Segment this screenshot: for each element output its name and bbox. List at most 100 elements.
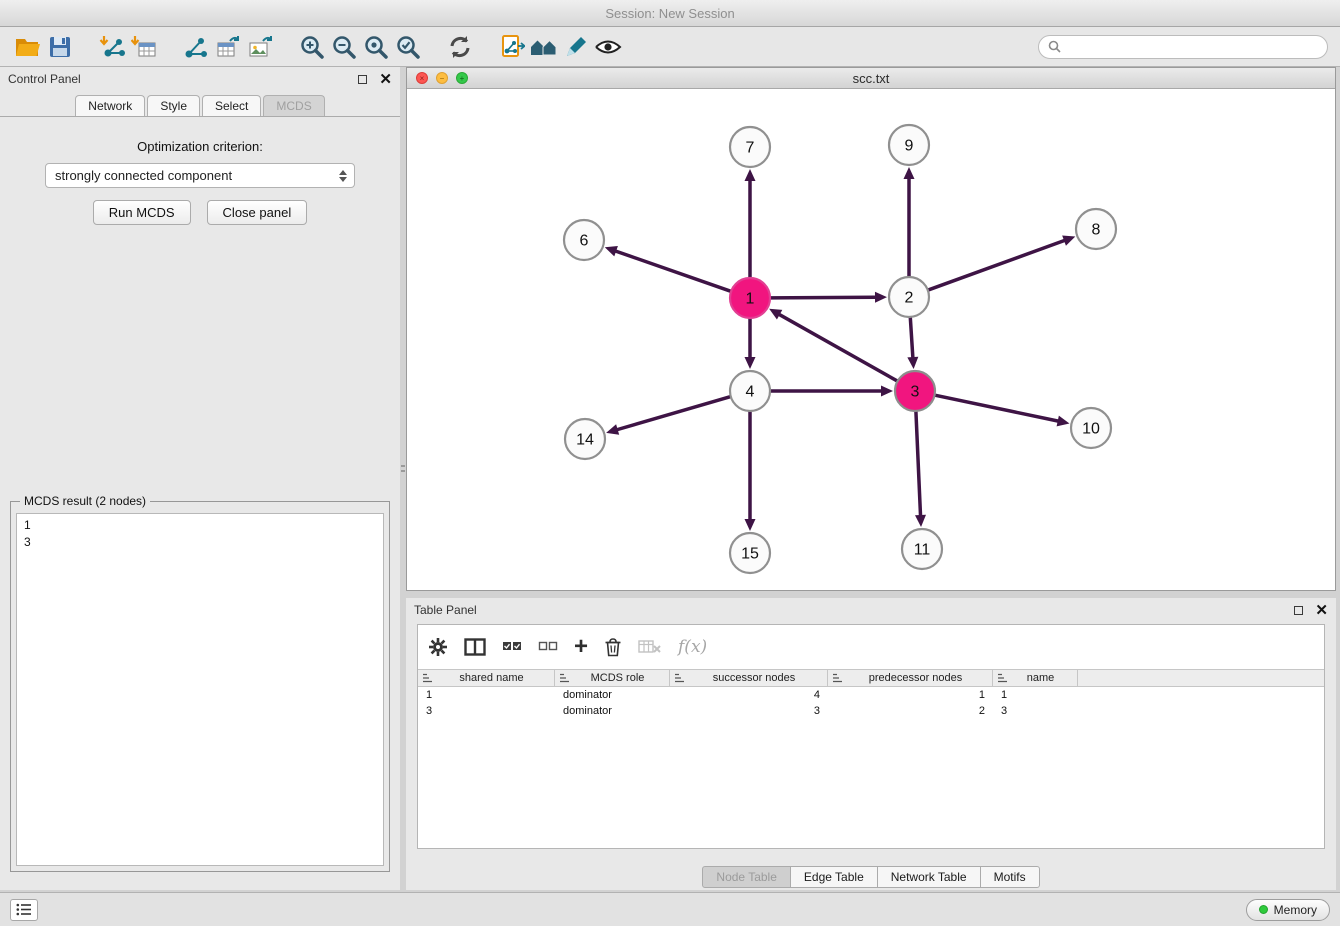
graph-edge-2-3[interactable] bbox=[907, 318, 918, 369]
column-header-MCDS-role[interactable]: MCDS role bbox=[555, 670, 670, 686]
graph-edge-1-6[interactable] bbox=[605, 246, 730, 291]
table-cell[interactable]: 4 bbox=[670, 687, 828, 703]
close-panel-icon[interactable]: ✕ bbox=[379, 72, 392, 87]
search-icon bbox=[1048, 40, 1061, 53]
graph-edge-1-4[interactable] bbox=[745, 319, 756, 369]
tab-node-table[interactable]: Node Table bbox=[702, 866, 791, 888]
network-window-title: scc.txt bbox=[407, 71, 1335, 86]
select-all-columns-icon[interactable] bbox=[502, 634, 522, 660]
memory-status-icon bbox=[1259, 905, 1268, 914]
maximize-window-icon[interactable]: + bbox=[456, 72, 468, 84]
import-table-icon[interactable] bbox=[128, 31, 160, 63]
column-header-shared-name[interactable]: shared name bbox=[418, 670, 555, 686]
float-panel-icon[interactable] bbox=[358, 75, 367, 84]
delete-columns-icon[interactable] bbox=[604, 634, 622, 660]
open-session-icon[interactable] bbox=[12, 31, 44, 63]
network-window-titlebar: × − + scc.txt bbox=[407, 68, 1335, 89]
network-graph[interactable]: 7 9 6 8 1 2 4 3 14 10 15 11 bbox=[407, 89, 1335, 590]
deselect-all-columns-icon[interactable] bbox=[538, 634, 558, 660]
graph-node-11[interactable]: 11 bbox=[902, 529, 942, 569]
graph-node-7[interactable]: 7 bbox=[730, 127, 770, 167]
svg-text:7: 7 bbox=[746, 140, 755, 157]
table-cell[interactable]: 1 bbox=[993, 687, 1078, 703]
minimize-window-icon[interactable]: − bbox=[436, 72, 448, 84]
table-row[interactable]: 3dominator323 bbox=[418, 703, 1324, 719]
new-network-icon[interactable] bbox=[180, 31, 212, 63]
new-table-icon[interactable] bbox=[212, 31, 244, 63]
tab-motifs[interactable]: Motifs bbox=[980, 866, 1040, 888]
apply-style-icon[interactable] bbox=[560, 31, 592, 63]
column-header-predecessor-nodes[interactable]: predecessor nodes bbox=[828, 670, 993, 686]
table-cell[interactable]: dominator bbox=[555, 703, 670, 719]
close-window-icon[interactable]: × bbox=[416, 72, 428, 84]
control-panel-header: Control Panel ✕ bbox=[0, 67, 400, 91]
graph-edge-2-9[interactable] bbox=[904, 167, 915, 276]
search-input[interactable] bbox=[1067, 40, 1318, 54]
save-session-icon[interactable] bbox=[44, 31, 76, 63]
gear-icon[interactable] bbox=[428, 634, 448, 660]
graph-node-6[interactable]: 6 bbox=[564, 220, 604, 260]
graph-node-9[interactable]: 9 bbox=[889, 125, 929, 165]
clone-network-icon[interactable] bbox=[496, 31, 528, 63]
graph-edge-3-1[interactable] bbox=[769, 309, 897, 381]
graph-edge-4-14[interactable] bbox=[606, 397, 730, 435]
table-cell[interactable]: dominator bbox=[555, 687, 670, 703]
criterion-select[interactable]: strongly connected component bbox=[45, 163, 355, 188]
home-icon[interactable] bbox=[528, 31, 560, 63]
show-columns-icon[interactable] bbox=[464, 634, 486, 660]
tab-mcds[interactable]: MCDS bbox=[263, 95, 324, 116]
graph-node-4[interactable]: 4 bbox=[730, 371, 770, 411]
import-network-icon[interactable] bbox=[96, 31, 128, 63]
graph-edge-3-10[interactable] bbox=[936, 395, 1070, 426]
table-cell[interactable]: 3 bbox=[418, 703, 555, 719]
zoom-out-icon[interactable] bbox=[328, 31, 360, 63]
graph-node-2[interactable]: 2 bbox=[889, 277, 929, 317]
svg-text:11: 11 bbox=[914, 542, 931, 559]
tab-edge-table[interactable]: Edge Table bbox=[790, 866, 878, 888]
table-cell[interactable]: 3 bbox=[670, 703, 828, 719]
zoom-in-icon[interactable] bbox=[296, 31, 328, 63]
graph-edge-3-11[interactable] bbox=[915, 412, 926, 527]
eye-icon[interactable] bbox=[592, 31, 624, 63]
table-cell[interactable]: 1 bbox=[828, 687, 993, 703]
float-table-panel-icon[interactable] bbox=[1294, 606, 1303, 615]
graph-node-8[interactable]: 8 bbox=[1076, 209, 1116, 249]
mcds-result-title: MCDS result (2 nodes) bbox=[20, 494, 150, 508]
create-column-icon[interactable]: + bbox=[574, 634, 588, 660]
close-panel-button[interactable]: Close panel bbox=[207, 200, 308, 225]
graph-node-15[interactable]: 15 bbox=[730, 533, 770, 573]
table-panel-title: Table Panel bbox=[414, 603, 477, 617]
tab-network[interactable]: Network bbox=[75, 95, 145, 116]
run-mcds-button[interactable]: Run MCDS bbox=[93, 200, 191, 225]
svg-text:4: 4 bbox=[746, 384, 755, 401]
graph-node-1[interactable]: 1 bbox=[730, 278, 770, 318]
memory-button[interactable]: Memory bbox=[1246, 899, 1330, 921]
control-panel: Control Panel ✕ NetworkStyleSelectMCDS O… bbox=[0, 67, 400, 890]
export-image-icon[interactable] bbox=[244, 31, 276, 63]
graph-edge-1-7[interactable] bbox=[745, 169, 756, 277]
table-cell[interactable]: 1 bbox=[418, 687, 555, 703]
graph-node-3[interactable]: 3 bbox=[895, 371, 935, 411]
graph-edge-1-2[interactable] bbox=[771, 292, 887, 303]
tab-style[interactable]: Style bbox=[147, 95, 200, 116]
graph-edge-4-3[interactable] bbox=[771, 386, 893, 397]
refresh-layout-icon[interactable] bbox=[444, 31, 476, 63]
tab-select[interactable]: Select bbox=[202, 95, 261, 116]
svg-text:2: 2 bbox=[905, 290, 914, 307]
zoom-selected-icon[interactable] bbox=[392, 31, 424, 63]
column-header-successor-nodes[interactable]: successor nodes bbox=[670, 670, 828, 686]
graph-edge-4-15[interactable] bbox=[745, 412, 756, 531]
table-row[interactable]: 1dominator411 bbox=[418, 687, 1324, 703]
column-header-icon bbox=[559, 673, 570, 683]
table-cell[interactable]: 3 bbox=[993, 703, 1078, 719]
task-history-button[interactable] bbox=[10, 899, 38, 921]
graph-edge-2-8[interactable] bbox=[929, 235, 1076, 289]
column-header-name[interactable]: name bbox=[993, 670, 1078, 686]
tab-network-table[interactable]: Network Table bbox=[877, 866, 981, 888]
zoom-fit-icon[interactable] bbox=[360, 31, 392, 63]
table-rows: 1dominator4113dominator323 bbox=[418, 687, 1324, 719]
graph-node-10[interactable]: 10 bbox=[1071, 408, 1111, 448]
close-table-panel-icon[interactable]: ✕ bbox=[1315, 603, 1328, 618]
table-cell[interactable]: 2 bbox=[828, 703, 993, 719]
graph-node-14[interactable]: 14 bbox=[565, 419, 605, 459]
